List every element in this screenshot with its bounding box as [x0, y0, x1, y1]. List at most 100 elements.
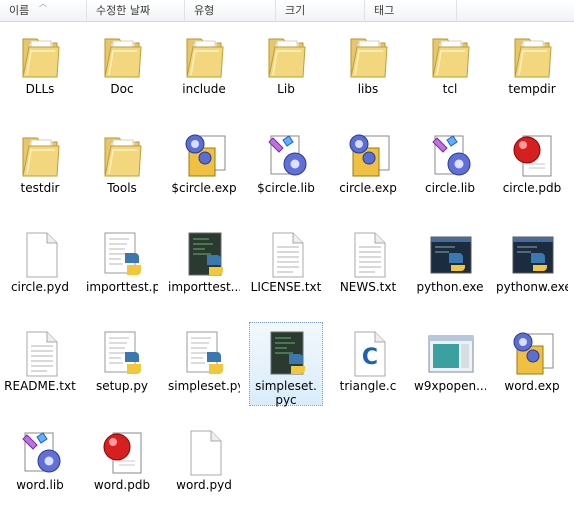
folder-icon	[15, 130, 67, 182]
file-item[interactable]: NEWS.txt	[331, 223, 405, 309]
exp-file-icon	[179, 130, 231, 182]
column-size[interactable]: 크기	[276, 0, 365, 22]
file-item[interactable]: $circle.lib	[249, 124, 323, 210]
python-exe-icon	[425, 229, 477, 281]
file-item[interactable]: Tools	[85, 124, 159, 210]
file-label: libs	[357, 82, 379, 96]
file-label: tempdir	[508, 82, 556, 96]
pdb-file-icon	[507, 130, 559, 182]
file-label: circle.exp	[339, 181, 397, 195]
file-label: circle.lib	[424, 181, 475, 195]
file-label: triangle.c	[339, 379, 397, 393]
file-item[interactable]: README.txt	[3, 322, 77, 408]
file-item[interactable]: include	[167, 25, 241, 111]
file-label: NEWS.txt	[339, 280, 397, 294]
file-label: simpleset.pyc	[255, 379, 317, 407]
file-label: Lib	[277, 82, 295, 96]
exp-file-icon	[507, 328, 559, 380]
file-item[interactable]: libs	[331, 25, 405, 111]
file-label: importtest.py	[86, 280, 158, 294]
file-item[interactable]: testdir	[3, 124, 77, 210]
file-item[interactable]: importtest.py	[85, 223, 159, 309]
file-item[interactable]: circle.pyd	[3, 223, 77, 309]
blank-file-icon	[15, 229, 67, 281]
file-item[interactable]: circle.exp	[331, 124, 405, 210]
python-compiled-icon	[179, 229, 231, 281]
column-date-label: 수정한 날짜	[96, 4, 151, 17]
python-exe-icon	[507, 229, 559, 281]
lib-file-icon	[15, 427, 67, 479]
text-file-icon	[261, 229, 313, 281]
file-label: setup.py	[95, 379, 149, 393]
python-script-icon	[97, 229, 149, 281]
file-item[interactable]: $circle.exp	[167, 124, 241, 210]
python-compiled-icon	[261, 328, 313, 380]
file-item[interactable]: word.pdb	[85, 421, 159, 507]
file-label: $circle.exp	[171, 181, 237, 195]
file-label: python.exe	[416, 280, 484, 294]
lib-file-icon	[261, 130, 313, 182]
pdb-file-icon	[97, 427, 149, 479]
file-label: DLLs	[25, 82, 55, 96]
window-exe-icon	[425, 328, 477, 380]
file-item[interactable]: circle.lib	[413, 124, 487, 210]
python-script-icon	[97, 328, 149, 380]
folder-icon	[97, 31, 149, 83]
file-item[interactable]: simpleset.pyc	[249, 322, 323, 407]
file-label: LICENSE.txt	[250, 280, 322, 294]
column-tags[interactable]: 태그	[365, 0, 457, 22]
lib-file-icon	[425, 130, 477, 182]
folder-icon	[343, 31, 395, 83]
file-item[interactable]: importtest....	[167, 223, 241, 309]
file-item[interactable]: word.lib	[3, 421, 77, 507]
file-label: importtest....	[168, 280, 240, 294]
column-date-modified[interactable]: 수정한 날짜	[87, 0, 185, 22]
file-item[interactable]: word.exp	[495, 322, 569, 408]
file-item[interactable]: tempdir	[495, 25, 569, 111]
file-item[interactable]: DLLs	[3, 25, 77, 111]
file-label: Doc	[110, 82, 134, 96]
file-item[interactable]: pythonw.exe	[495, 223, 569, 309]
file-label: tcl	[442, 82, 458, 96]
file-item[interactable]: tcl	[413, 25, 487, 111]
file-item[interactable]: circle.pdb	[495, 124, 569, 210]
file-item[interactable]: word.pyd	[167, 421, 241, 507]
folder-icon	[261, 31, 313, 83]
column-name[interactable]: ︿ 이름	[0, 0, 87, 22]
folder-icon	[425, 31, 477, 83]
column-size-label: 크기	[285, 4, 306, 17]
python-script-icon	[179, 328, 231, 380]
file-item[interactable]: C triangle.c	[331, 322, 405, 408]
file-label: testdir	[20, 181, 60, 195]
c-file-icon: C	[343, 328, 395, 380]
folder-icon	[15, 31, 67, 83]
folder-icon	[97, 130, 149, 182]
folder-icon	[179, 31, 231, 83]
file-item[interactable]: LICENSE.txt	[249, 223, 323, 309]
file-item[interactable]: Lib	[249, 25, 323, 111]
file-label: circle.pyd	[10, 280, 70, 294]
file-label: $circle.lib	[257, 181, 315, 195]
file-item[interactable]: setup.py	[85, 322, 159, 408]
file-item[interactable]: Doc	[85, 25, 159, 111]
file-label: circle.pdb	[502, 181, 562, 195]
file-item[interactable]: python.exe	[413, 223, 487, 309]
sort-arrow-icon: ︿	[39, 0, 47, 8]
column-type[interactable]: 유형	[185, 0, 276, 22]
column-header: ︿ 이름 수정한 날짜 유형 크기 태그	[0, 0, 574, 22]
file-item[interactable]: w9xpopen....	[413, 322, 487, 408]
file-label: Tools	[107, 181, 137, 195]
exp-file-icon	[343, 130, 395, 182]
file-label: include	[182, 82, 226, 96]
text-file-icon	[343, 229, 395, 281]
folder-icon	[507, 31, 559, 83]
column-name-label: 이름	[9, 4, 30, 17]
file-label: w9xpopen....	[414, 379, 486, 393]
file-label: README.txt	[4, 379, 76, 393]
file-label: simpleset.py	[168, 379, 240, 393]
svg-text:C: C	[362, 345, 378, 370]
text-file-icon	[15, 328, 67, 380]
blank-file-icon	[179, 427, 231, 479]
file-label: pythonw.exe	[496, 280, 568, 294]
file-item[interactable]: simpleset.py	[167, 322, 241, 408]
